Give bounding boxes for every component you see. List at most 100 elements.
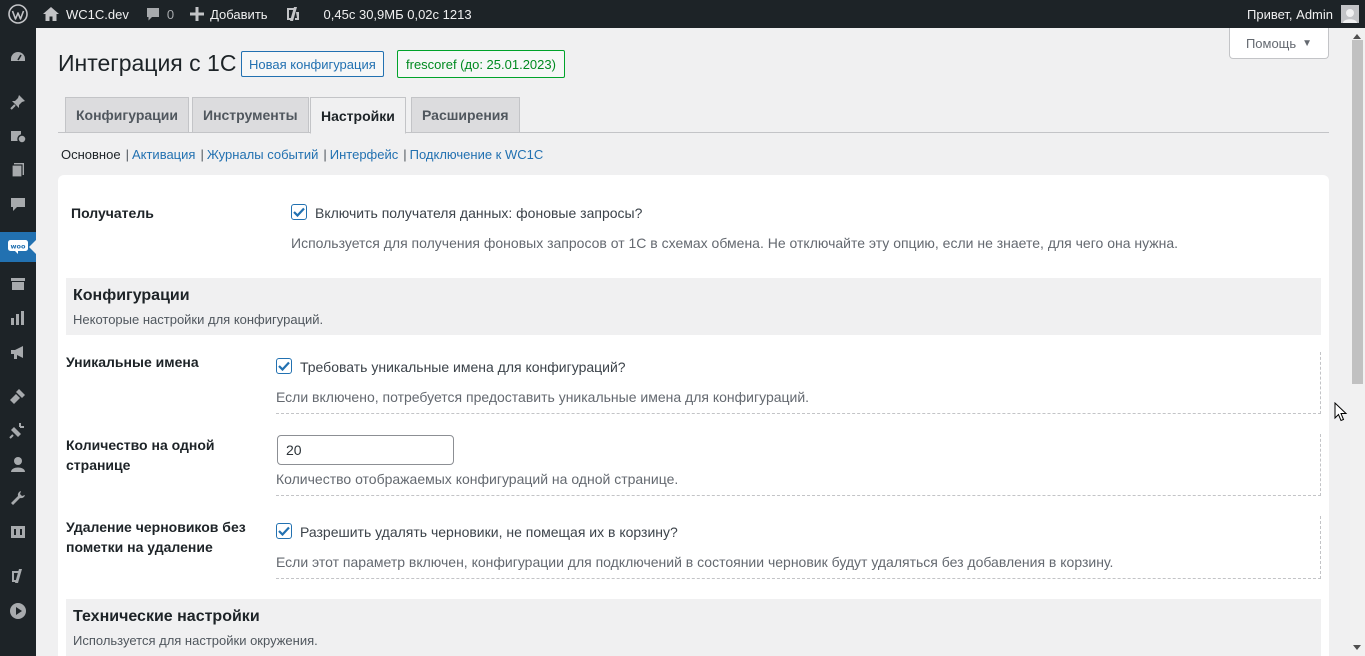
technical-section-header: Технические настройки Используется для н… [66,599,1321,656]
yoast-icon [12,569,22,583]
help-button[interactable]: Помощь ▼ [1229,28,1329,59]
subnav-separator: | [200,147,204,162]
user-icon [1343,9,1357,23]
license-badge[interactable]: frescoref (до: 25.01.2023) [397,50,565,78]
admin-side-menu: woo [0,28,36,656]
pages-icon [11,163,24,178]
brush-icon [10,389,25,404]
checkmark-icon [293,207,305,217]
menu-media[interactable] [0,121,36,151]
menu-yoast[interactable] [0,561,36,591]
avatar[interactable] [1341,5,1359,23]
scrollbar-thumb[interactable] [1352,40,1363,384]
menu-pages[interactable] [0,155,36,185]
site-name-link[interactable]: WC1C.dev [36,0,137,28]
unique-names-checkbox[interactable] [276,358,292,374]
svg-text:woo: woo [11,243,26,251]
delete-drafts-description: Если этот параметр включен, конфигурации… [276,554,1114,570]
woocommerce-icon: woo [8,240,28,254]
subnav-connection[interactable]: Подключение к WC1C [410,147,544,162]
menu-collapse[interactable] [0,596,36,626]
dashboard-icon [11,52,25,61]
per-page-description: Количество отображаемых конфигураций на … [276,471,679,487]
admin-bar: WC1C.dev 0 Добавить 0,45с 30,9МБ 0,02с 1… [0,0,1365,28]
per-page-label-line2: странице [66,457,131,473]
new-configuration-button[interactable]: Новая конфигурация [241,51,384,77]
unique-names-label: Уникальные имена [66,354,199,370]
per-page-input[interactable]: 20 [277,435,454,465]
scroll-up-arrow-icon[interactable] [1353,34,1361,39]
menu-posts[interactable] [0,87,36,117]
add-new-link[interactable]: Добавить [182,0,275,28]
menu-woocommerce[interactable]: woo [0,232,36,262]
comments-link[interactable]: 0 [137,0,182,28]
delete-drafts-checkbox-label[interactable]: Разрешить удалять черновики, не помещая … [300,524,678,540]
settings-icon [11,526,25,538]
tab-settings[interactable]: Настройки [310,97,406,134]
site-name: WC1C.dev [66,6,129,22]
subnav-separator: | [323,147,327,162]
greeting[interactable]: Привет, Admin [1247,7,1333,22]
delete-drafts-label: Удаление черновиков без пометки на удале… [66,517,246,557]
receiver-checkbox-label[interactable]: Включить получателя данных: фоновые запр… [315,205,642,221]
pin-icon [10,95,25,110]
menu-marketing[interactable] [0,337,36,367]
comments-icon [11,198,25,211]
yoast-icon [286,7,299,21]
tab-configurations[interactable]: Конфигурации [65,97,189,133]
menu-products[interactable] [0,269,36,299]
subnav-main[interactable]: Основное [61,147,121,162]
per-page-label: Количество на одной странице [66,435,214,475]
menu-appearance[interactable] [0,381,36,411]
tab-tools[interactable]: Инструменты [192,97,309,133]
archive-icon [11,278,25,290]
delete-drafts-label-line2: пометки на удаление [66,539,213,555]
comments-count: 0 [166,6,175,22]
subnav-separator: | [125,147,129,162]
home-icon [43,7,59,21]
menu-dashboard[interactable] [0,43,36,73]
configurations-section-header: Конфигурации Некоторые настройки для кон… [66,278,1321,335]
wordpress-logo-icon[interactable] [0,0,36,28]
page-scrollbar[interactable] [1350,28,1365,656]
wrench-icon [11,491,25,505]
tab-extensions[interactable]: Расширения [411,97,520,133]
menu-analytics[interactable] [0,303,36,333]
subnav-interface[interactable]: Интерфейс [330,147,398,162]
unique-names-description: Если включено, потребуется предоставить … [276,389,810,405]
comment-icon [146,8,159,21]
section-title: Технические настройки [73,608,260,625]
receiver-checkbox[interactable] [291,204,307,220]
menu-comments[interactable] [0,189,36,219]
receiver-label: Получатель [71,205,154,221]
subnav-activation[interactable]: Активация [132,147,195,162]
query-monitor-metrics[interactable]: 0,45с 30,9МБ 0,02с 1213 [310,0,480,28]
checkmark-icon [278,526,290,536]
menu-plugins[interactable] [0,415,36,445]
users-icon [11,457,25,472]
media-icon [11,131,27,144]
chart-bar-icon [11,311,24,325]
add-new-label: Добавить [210,6,268,22]
section-subtitle: Используется для настройки окружения. [73,633,318,648]
page-title: Интеграция с 1С [58,50,237,76]
scroll-down-arrow-icon[interactable] [1353,645,1361,650]
subnav-separator: | [403,147,407,162]
unique-names-checkbox-label[interactable]: Требовать уникальные имена для конфигура… [300,359,626,375]
plus-icon [190,7,205,21]
per-page-label-line1: Количество на одной [66,437,215,453]
subnav-logs[interactable]: Журналы событий [207,147,319,162]
delete-drafts-checkbox[interactable] [276,523,292,539]
mouse-cursor-icon [1334,402,1348,422]
megaphone-icon [11,346,23,359]
menu-tools[interactable] [0,483,36,513]
yoast-menu[interactable] [276,0,310,28]
section-subtitle: Некоторые настройки для конфигураций. [73,312,324,327]
help-label: Помощь [1245,35,1297,51]
caret-down-icon: ▼ [1302,37,1313,49]
checkmark-icon [278,361,290,371]
plugin-icon [9,423,24,439]
menu-settings[interactable] [0,517,36,547]
delete-drafts-label-line1: Удаление черновиков без [66,519,246,535]
menu-users[interactable] [0,449,36,479]
